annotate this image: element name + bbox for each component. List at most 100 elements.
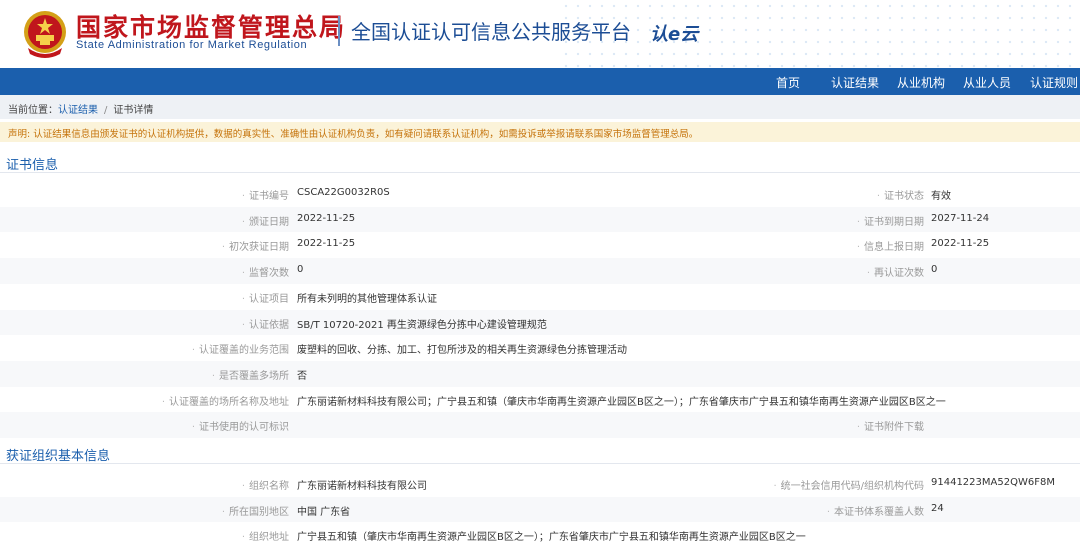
bullet-dot: · [241,481,245,492]
platform-logo: 认e云 [650,24,700,45]
field-value: 91441223MA52QW6F8M [931,477,1055,488]
field-label-text: 证书编号 [249,191,289,202]
field-label-text: 认证项目 [249,293,289,305]
bullet-dot: · [856,422,860,434]
field-label: · 证书使用的认可标识 [192,418,289,433]
field-label: · 证书到期日期 [857,213,924,228]
field-value: 2022-11-25 [931,238,990,250]
field-label-text: 认证覆盖的业务范围 [199,345,289,357]
field-value: 广东丽诺新材料科技有限公司；广宁县五和镇（肇庆市华南再生资源产业园区B区之一）；… [297,396,946,408]
field-value: 广东丽诺新材料科技有限公司 [297,481,427,492]
field-value: 有效 [931,191,951,202]
field-value: 24 [931,502,944,514]
field-label: · 证书编号 [242,187,289,202]
field-label-text: 信息上报日期 [864,242,924,254]
field-label-text: 初次获证日期 [229,242,289,254]
bullet-dot: · [191,345,195,357]
bullet-dot: · [773,481,777,492]
section-title-org: 获证组织基本信息 [6,449,111,464]
field-label: · 信息上报日期 [857,238,924,253]
field-label: · 所在国别地区 [222,503,289,518]
field-label-text: 颁证日期 [249,216,289,228]
field-label: · 本证书体系覆盖人数 [827,503,924,518]
main-nav: 首页 认证结果 从业机构 从业人员 认证规则 [0,68,1080,95]
field-label: · 监督次数 [242,264,289,279]
field-value: 广宁县五和镇（肇庆市华南再生资源产业园区B区之一）；广东省肇庆市广宁县五和镇华南… [297,532,806,544]
platform-title: 全国认证认可信息公共服务平台 [351,20,631,44]
field-label: · 统一社会信用代码/组织机构代码 [773,477,924,492]
field-label: · 再认证次数 [867,264,924,279]
field-value: 2022-11-25 [297,212,356,224]
field-label-text: 所在国别地区 [229,506,289,518]
field-label-text: 组织名称 [249,481,289,492]
bullet-dot: · [856,216,860,228]
field-label: · 颁证日期 [242,213,289,228]
nav-institutions[interactable]: 从业机构 [897,74,945,91]
field-value: CSCA22G0032R0S [297,187,390,198]
section-divider [0,463,1080,464]
breadcrumb-cert-results[interactable]: 认证结果 [58,105,98,116]
bullet-dot: · [241,191,245,202]
field-value: 所有未列明的其他管理体系认证 [297,293,437,305]
breadcrumb: 当前位置：认证结果 / 证书详情 [0,95,1080,119]
field-label-text: 认证依据 [249,319,289,331]
field-label: · 是否覆盖多场所 [212,367,289,382]
site-header: 国家市场监督管理总局 State Administration for Mark… [0,0,1080,68]
field-label: · 认证覆盖的场所名称及地址 [162,393,289,408]
field-label: · 证书状态 [877,187,924,202]
field-label-text: 证书状态 [884,191,924,202]
header-divider [338,16,340,46]
bullet-dot: · [876,191,880,202]
field-label: · 认证覆盖的业务范围 [192,341,289,356]
bullet-dot: · [241,293,245,305]
bullet-dot: · [211,370,215,382]
field-label-text: 是否覆盖多场所 [219,370,289,382]
disclaimer-notice: 声明: 认证结果信息由颁发证书的认证机构提供，数据的真实性、准确性由认证机构负责… [0,122,1080,142]
bullet-dot: · [221,242,225,254]
breadcrumb-prefix: 当前位置： [8,105,58,116]
breadcrumb-separator: / [104,105,108,116]
field-label: · 认证依据 [242,316,289,331]
bullet-dot: · [161,396,165,408]
bullet-dot: · [221,506,225,518]
field-label-text: 统一社会信用代码/组织机构代码 [780,481,924,492]
bullet-dot: · [191,422,195,434]
header-pattern [560,0,1080,68]
field-value: 废塑料的回收、分拣、加工、打包所涉及的相关再生资源绿色分拣管理活动 [297,345,627,357]
field-value: 2027-11-24 [931,212,990,224]
bullet-dot: · [241,268,245,280]
field-label-text: 认证覆盖的场所名称及地址 [169,396,289,408]
field-row [0,284,1080,310]
field-value: 中国 广东省 [297,506,351,518]
bullet-dot: · [826,506,830,518]
section-divider [0,172,1080,173]
field-label-text: 再认证次数 [874,268,924,280]
field-label: · 组织地址 [242,528,289,543]
field-value: SB/T 10720-2021 再生资源绿色分拣中心建设管理规范 [297,319,547,331]
section-title-cert: 证书信息 [6,158,59,173]
nav-personnel[interactable]: 从业人员 [963,74,1011,91]
field-label: · 认证项目 [242,290,289,305]
bullet-dot: · [241,532,245,544]
field-label: · 证书附件下载 [857,418,924,433]
bullet-dot: · [241,319,245,331]
bullet-dot: · [866,268,870,280]
field-label-text: 本证书体系覆盖人数 [834,506,924,518]
bullet-dot: · [241,216,245,228]
field-label-text: 证书到期日期 [864,216,924,228]
breadcrumb-current: 证书详情 [113,105,154,116]
field-label-text: 监督次数 [249,268,289,280]
agency-title-en: State Administration for Market Regulati… [76,39,308,51]
field-value: 0 [931,264,938,276]
national-emblem-icon [24,11,66,58]
field-label: · 初次获证日期 [222,238,289,253]
field-value: 否 [297,370,307,382]
nav-home[interactable]: 首页 [776,74,800,91]
nav-cert-results[interactable]: 认证结果 [831,74,879,91]
field-label-text: 证书附件下载 [864,422,924,434]
nav-rules[interactable]: 认证规则 [1030,74,1078,91]
field-label-text: 证书使用的认可标识 [199,422,289,434]
field-value: 2022-11-25 [297,238,356,250]
bullet-dot: · [856,242,860,254]
field-label-text: 组织地址 [249,532,289,544]
